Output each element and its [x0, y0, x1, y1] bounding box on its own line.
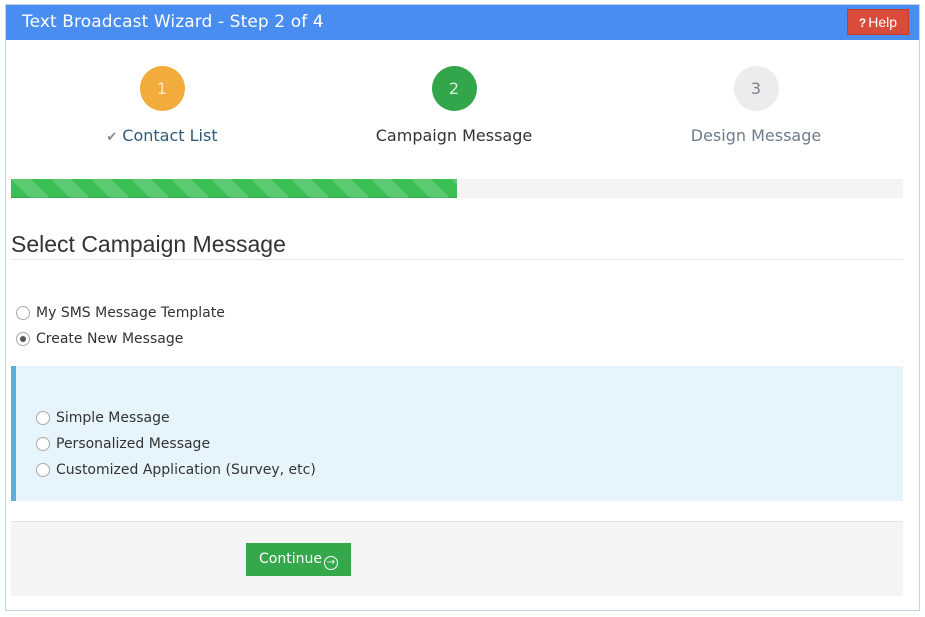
radio-label: Customized Application (Survey, etc): [56, 462, 316, 478]
radio-button[interactable]: [36, 437, 50, 451]
continue-label: Continue: [259, 551, 322, 567]
radio-button[interactable]: [16, 306, 30, 320]
wizard-footer: Continue →: [11, 521, 903, 596]
step-number-badge: 3: [733, 66, 779, 111]
panel-header: Text Broadcast Wizard - Step 2 of 4 ? Hel…: [6, 5, 919, 40]
step-design-message: 3 Design Message: [636, 66, 876, 147]
step-label-text: Contact List: [122, 126, 218, 145]
radio-label: My SMS Message Template: [36, 305, 225, 321]
step-campaign-message: 2 Campaign Message: [334, 66, 574, 147]
radio-simple-message[interactable]: Simple Message: [36, 410, 170, 426]
wizard-progress-bar: [11, 179, 903, 198]
wizard-title: Text Broadcast Wizard - Step 2 of 4: [22, 12, 324, 32]
radio-sms-template[interactable]: My SMS Message Template: [16, 305, 225, 321]
radio-label: Create New Message: [36, 331, 184, 347]
circle-arrow-right-icon: →: [323, 556, 338, 570]
question-mark-icon: ?: [858, 16, 867, 30]
progress-fill: [11, 179, 457, 198]
section-title: Select Campaign Message: [11, 231, 286, 257]
step-number-badge: 2: [431, 66, 477, 111]
step-number-badge: 1: [139, 66, 185, 111]
help-label: Help: [868, 14, 898, 30]
continue-button[interactable]: Continue →: [246, 543, 351, 576]
radio-personalized-message[interactable]: Personalized Message: [36, 436, 210, 452]
step-contact-list[interactable]: 1 ✔ Contact List: [42, 66, 282, 149]
radio-customized-application[interactable]: Customized Application (Survey, etc): [36, 462, 316, 478]
radio-label: Simple Message: [56, 410, 170, 426]
section-divider: [11, 259, 903, 260]
step-label: Design Message: [690, 126, 822, 145]
help-button[interactable]: ? Help: [847, 9, 909, 35]
step-label: Campaign Message: [375, 126, 533, 145]
radio-label: Personalized Message: [56, 436, 211, 452]
step-label: ✔ Contact List: [42, 125, 282, 149]
radio-button[interactable]: [36, 463, 50, 477]
radio-button[interactable]: [16, 332, 30, 346]
radio-create-new-message[interactable]: Create New Message: [16, 331, 183, 347]
new-message-options-box: [11, 366, 903, 501]
radio-button[interactable]: [36, 411, 50, 425]
check-icon: ✔: [106, 130, 118, 145]
